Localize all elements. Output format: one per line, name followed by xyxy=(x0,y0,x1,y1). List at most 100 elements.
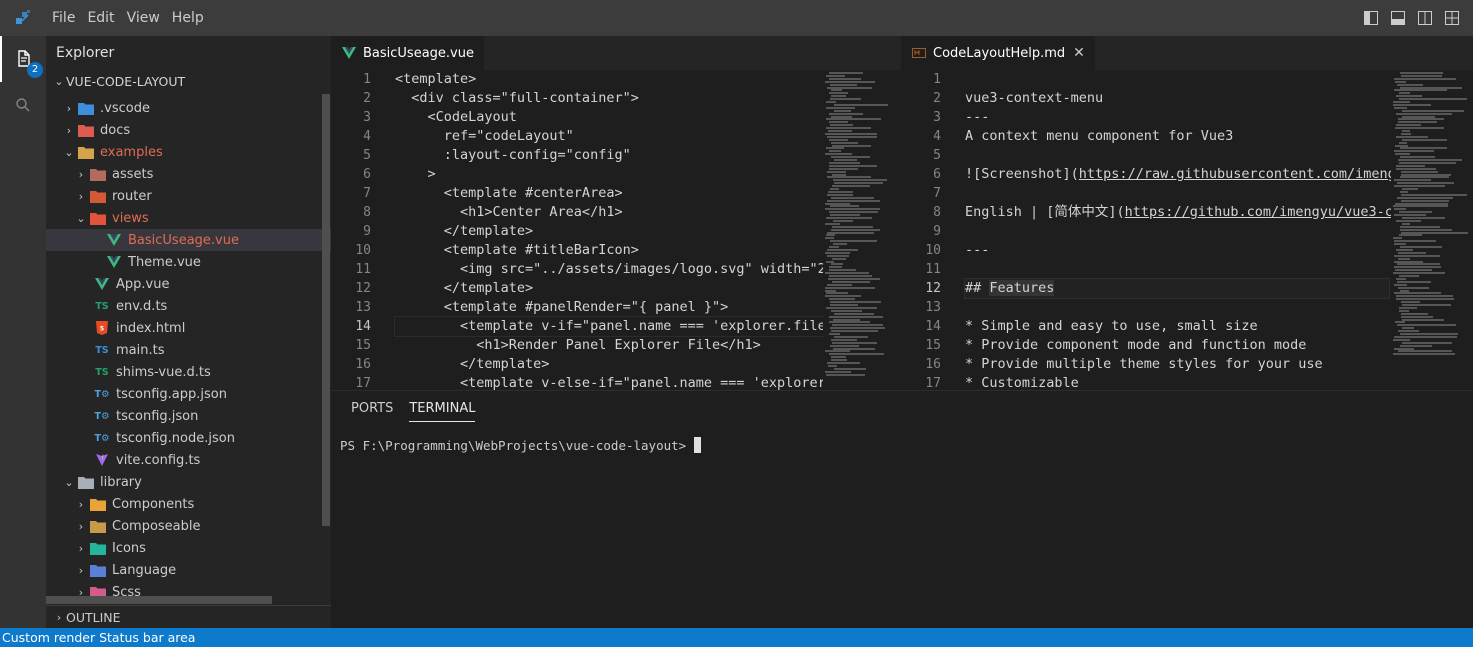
minimap-line xyxy=(1396,164,1425,167)
vite-file-icon xyxy=(94,452,110,468)
tab-ports[interactable]: PORTS xyxy=(351,398,393,422)
tree-item[interactable]: vite.config.ts xyxy=(46,449,331,471)
markdown-link[interactable]: https://github.com/imengyu/vue3-cont xyxy=(1125,204,1418,220)
tab-codelayouthelp-md[interactable]: CodeLayoutHelp.md ✕ xyxy=(901,36,1095,70)
tree-item-label: Composeable xyxy=(112,518,201,534)
minimap-line xyxy=(833,318,860,321)
layout-toggles xyxy=(1362,0,1461,36)
minimap-line xyxy=(826,147,844,150)
code-line: <template #titleBarIcon> xyxy=(395,242,639,258)
minimap-line xyxy=(1401,170,1438,173)
close-icon[interactable]: ✕ xyxy=(1073,45,1085,61)
tree-item[interactable]: TS shims-vue.d.ts xyxy=(46,361,331,383)
minimap-line xyxy=(1402,318,1444,321)
terminal[interactable]: PS F:\Programming\WebProjects\vue-code-l… xyxy=(331,437,1473,453)
minimap-line xyxy=(827,248,858,251)
vue-file-icon xyxy=(106,254,122,270)
highlighted-word: Features xyxy=(989,280,1055,296)
minimap[interactable] xyxy=(1391,70,1473,390)
folder-icon xyxy=(78,122,94,138)
outline-section-header[interactable]: › OUTLINE xyxy=(46,605,331,628)
line-number: 10 xyxy=(355,243,371,258)
minimap-line xyxy=(829,298,855,301)
minimap-line xyxy=(825,80,875,83)
tree-item[interactable]: › Icons xyxy=(46,537,331,559)
minimap-line xyxy=(1393,353,1455,356)
tree-item-label: Icons xyxy=(112,540,146,556)
minimap-line xyxy=(1398,350,1452,353)
sidebar-vertical-scrollbar[interactable] xyxy=(322,94,330,526)
tree-item[interactable]: BasicUseage.vue xyxy=(46,229,331,251)
toggle-panel-icon[interactable] xyxy=(1389,9,1407,27)
tree-item[interactable]: › docs xyxy=(46,119,331,141)
tab-basicuseage-vue[interactable]: BasicUseage.vue xyxy=(331,36,484,70)
toggle-primary-sidebar-icon[interactable] xyxy=(1362,9,1380,27)
minimap-line xyxy=(831,309,862,312)
minimap-line xyxy=(826,74,845,77)
toggle-secondary-sidebar-icon[interactable] xyxy=(1416,9,1434,27)
tree-item[interactable]: › Components xyxy=(46,493,331,515)
minimap-line xyxy=(827,135,877,138)
terminal-prompt: PS F:\Programming\WebProjects\vue-code-l… xyxy=(340,437,687,453)
tree-item[interactable]: Theme.vue xyxy=(46,251,331,273)
tree-item[interactable]: ⌄ views xyxy=(46,207,331,229)
minimap-line xyxy=(1398,118,1444,121)
minimap-line xyxy=(829,112,863,115)
code-line: * Provide component mode and function mo… xyxy=(965,337,1307,353)
menu-help[interactable]: Help xyxy=(166,0,210,36)
chevron-right-icon: › xyxy=(78,541,84,555)
tree-item[interactable]: › router xyxy=(46,185,331,207)
left-code-editor[interactable]: 1 2 3 4 5 6 7 8 9 10 11 12 13 14 15 16 17 <template> <di… xyxy=(331,70,888,390)
tree-item-label: assets xyxy=(112,166,154,182)
line-number: 7 xyxy=(363,186,371,201)
explorer-activity-button[interactable]: 2 xyxy=(0,36,46,82)
minimap-line xyxy=(829,164,877,167)
minimap-line xyxy=(830,327,885,330)
search-activity-button[interactable] xyxy=(0,82,46,128)
chevron-right-icon: › xyxy=(78,189,84,203)
folder-icon xyxy=(78,144,94,160)
right-markdown-editor[interactable]: 1 2 3 4 5 6 7 8 9 10 11 12 13 14 15 16 17 vue3-context-m… xyxy=(901,70,1473,390)
tree-item[interactable]: T⚙ tsconfig.node.json xyxy=(46,427,331,449)
minimap-line xyxy=(1395,321,1405,324)
tree-item[interactable]: › .vscode xyxy=(46,97,331,119)
tree-item[interactable]: 5 index.html xyxy=(46,317,331,339)
tree-item[interactable]: App.vue xyxy=(46,273,331,295)
minimap-line xyxy=(825,350,850,353)
tree-item[interactable]: › Language xyxy=(46,559,331,581)
sidebar-horizontal-scrollbar[interactable] xyxy=(46,596,272,604)
menu-file[interactable]: File xyxy=(46,0,81,36)
tree-item[interactable]: ⌄ examples xyxy=(46,141,331,163)
minimap[interactable] xyxy=(823,70,888,390)
line-number: 2 xyxy=(363,91,371,106)
minimap-line xyxy=(826,373,865,376)
customize-layout-icon[interactable] xyxy=(1443,9,1461,27)
minimap-line xyxy=(832,341,877,344)
minimap-line xyxy=(1396,248,1413,251)
tree-item[interactable]: TS env.d.ts xyxy=(46,295,331,317)
line-number: 7 xyxy=(933,186,941,201)
project-root-header[interactable]: ⌄ VUE-CODE-LAYOUT xyxy=(46,70,331,94)
tree-item[interactable]: T⚙ tsconfig.json xyxy=(46,405,331,427)
markdown-link[interactable]: https://raw.githubusercontent.com/imengy… xyxy=(1079,166,1420,182)
project-root-label: VUE-CODE-LAYOUT xyxy=(66,74,186,89)
tree-item[interactable]: TS main.ts xyxy=(46,339,331,361)
tree-item[interactable]: ⌄ library xyxy=(46,471,331,493)
minimap-line xyxy=(1399,306,1417,309)
line-number: 10 xyxy=(925,243,941,258)
menu-edit[interactable]: Edit xyxy=(81,0,120,36)
line-number: 12 xyxy=(355,281,371,296)
dts-file-icon: TS xyxy=(95,300,109,312)
tab-terminal[interactable]: TERMINAL xyxy=(409,398,476,422)
tree-item[interactable]: › Composeable xyxy=(46,515,331,537)
minimap-line xyxy=(1402,217,1445,219)
minimap-line xyxy=(830,188,839,190)
menu-view[interactable]: View xyxy=(121,0,166,36)
minimap-line xyxy=(1398,251,1426,254)
tree-item[interactable]: T⚙ tsconfig.app.json xyxy=(46,383,331,405)
minimap-line xyxy=(826,106,855,109)
tree-item[interactable]: › assets xyxy=(46,163,331,185)
